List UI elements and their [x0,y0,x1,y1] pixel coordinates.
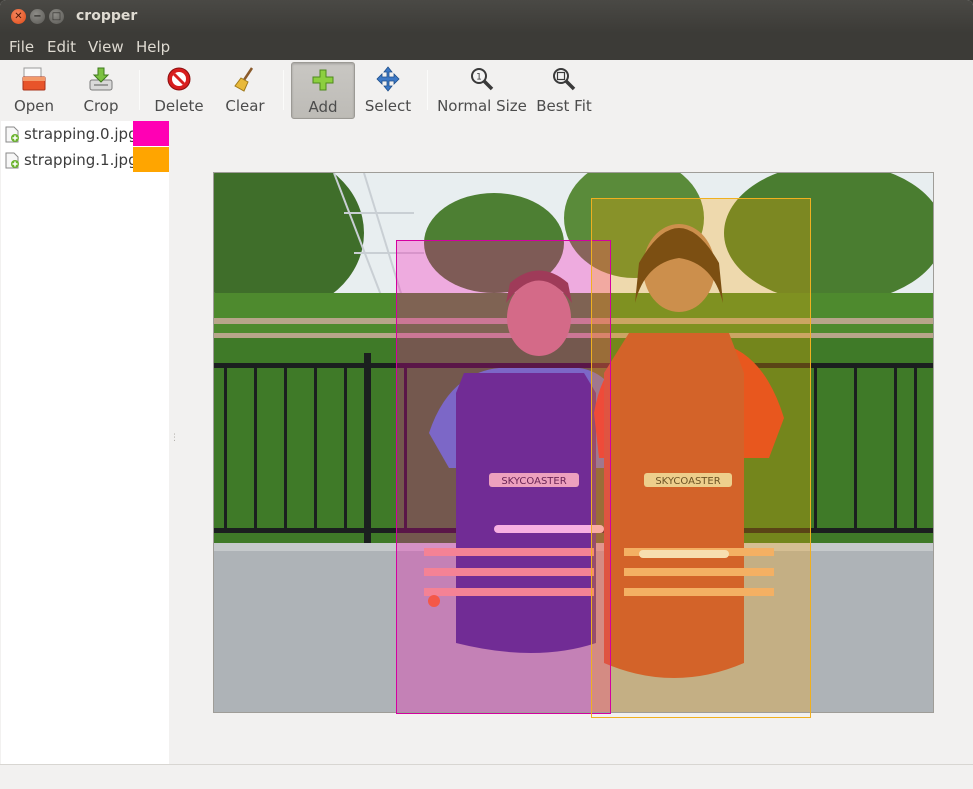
open-folder-icon [22,67,46,91]
move-arrows-icon [376,66,400,92]
svg-text:1: 1 [476,73,482,83]
close-icon: ✕ [14,11,23,22]
add-label: Add [308,98,338,116]
menu-bar: File Edit View Help [0,33,973,60]
open-button[interactable]: Open [6,62,62,119]
add-button[interactable]: Add [291,62,355,119]
open-label: Open [13,97,55,115]
delete-no-entry-icon [167,67,191,91]
file-list: strapping.0.jpg strapping.1.jpg [1,121,169,764]
region-color-swatch [133,121,169,146]
zoom-original-icon: 1 [471,68,494,91]
title-bar: ✕ − □ cropper [0,0,973,33]
best-fit-button[interactable]: Best Fit [532,62,596,119]
toolbar-separator [139,70,140,110]
crop-label: Crop [83,97,119,115]
crop-download-icon [89,67,113,91]
list-item[interactable]: strapping.0.jpg [1,121,169,147]
menu-edit[interactable]: Edit [47,38,76,56]
window-title: cropper [76,8,138,24]
image-add-icon [5,152,19,169]
region-color-swatch [133,147,169,172]
image-canvas[interactable]: SKYCOASTER SKYCOASTER [170,121,972,764]
minimize-icon: − [33,11,42,22]
crop-region-1[interactable] [591,198,811,718]
delete-label: Delete [154,97,204,115]
toolbar: Open Crop Delete Clear Add Select 1 Norm… [0,60,973,121]
crop-region-0[interactable] [396,240,611,714]
menu-help[interactable]: Help [136,38,170,56]
clear-button[interactable]: Clear [218,62,272,119]
app-window: ✕ − □ cropper File Edit View Help Open C… [0,0,973,789]
minimize-window-button[interactable]: − [30,9,45,24]
image-add-icon [5,126,19,143]
plus-icon [312,69,334,91]
delete-button[interactable]: Delete [148,62,210,119]
select-label: Select [364,97,412,115]
file-name: strapping.1.jpg [24,151,138,169]
toolbar-separator [427,70,428,110]
best-fit-label: Best Fit [536,97,592,115]
maximize-icon: □ [51,11,62,22]
menu-view[interactable]: View [88,38,124,56]
toolbar-separator [283,70,284,110]
pane-resize-handle[interactable]: ⋮ [170,434,179,447]
broom-icon [234,67,254,92]
zoom-fit-icon [553,68,576,91]
normal-size-button[interactable]: 1 Normal Size [436,62,528,119]
close-window-button[interactable]: ✕ [11,9,26,24]
menu-file[interactable]: File [9,38,34,56]
status-bar [0,764,973,789]
clear-label: Clear [225,97,265,115]
file-name: strapping.0.jpg [24,125,138,143]
select-button[interactable]: Select [360,62,416,119]
maximize-window-button[interactable]: □ [49,9,64,24]
list-item[interactable]: strapping.1.jpg [1,147,169,173]
crop-button[interactable]: Crop [72,62,130,119]
normal-size-label: Normal Size [437,97,527,115]
